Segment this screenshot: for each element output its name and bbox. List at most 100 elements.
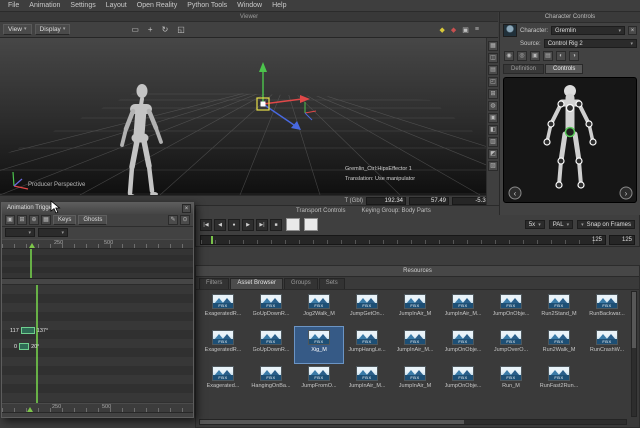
tool-icon-7[interactable]: ▣ (488, 113, 498, 123)
folder-icon[interactable]: ▣ (5, 215, 15, 225)
scrollbar-thumb[interactable] (200, 420, 464, 424)
tab-asset-browser[interactable]: Asset Browser (230, 278, 283, 289)
asset-item[interactable]: FBX RunFast2Run... (535, 363, 583, 399)
asset-item[interactable]: FBX ExageratedR... (199, 291, 247, 327)
tool-icon-11[interactable]: ▨ (488, 161, 498, 171)
tab-controls[interactable]: Controls (545, 64, 583, 74)
pause-button[interactable] (286, 218, 300, 231)
close-icon[interactable]: × (182, 204, 191, 213)
hips-control[interactable] (566, 128, 575, 137)
asset-item[interactable]: FBX JumpOnObje... (439, 363, 487, 399)
horizontal-scrollbar[interactable] (199, 419, 627, 425)
rig-icon-2[interactable]: ◎ (517, 51, 527, 61)
timeline-playhead[interactable] (211, 236, 213, 244)
options-icon[interactable]: ≡ (475, 26, 479, 33)
control-rig-figure[interactable] (544, 85, 596, 188)
vertical-scrollbar[interactable] (631, 291, 637, 417)
asset-item[interactable]: FBX ExageratedR... (199, 327, 247, 363)
tab-filters[interactable]: Filters (199, 278, 229, 289)
current-frame-field[interactable]: 125 (609, 235, 635, 245)
tab-definition[interactable]: Definition (503, 64, 544, 74)
record-button[interactable]: ● (228, 219, 240, 231)
rig-icon-5[interactable]: ◐ (556, 51, 566, 61)
trigger-source-dropdown[interactable]: ▾ (5, 228, 35, 237)
asset-item[interactable]: FBX Run_M (487, 363, 535, 399)
window-title-bar[interactable]: Animation Trigger × (2, 203, 193, 214)
translate-y-field[interactable]: 57.49 (409, 197, 449, 205)
step-forward-button[interactable]: ▶| (256, 219, 268, 231)
menu-item[interactable]: Settings (65, 2, 100, 9)
rig-icon-1[interactable]: ◉ (504, 51, 514, 61)
asset-item[interactable]: FBX RunBackwar... (583, 291, 631, 327)
trigger-clip[interactable] (19, 343, 29, 350)
asset-item[interactable]: FBX Xig_M (295, 327, 343, 363)
character-dropdown[interactable]: Gremlin▾ (551, 26, 625, 35)
tool-icon-2[interactable]: ◫ (488, 53, 498, 63)
tool-icon-5[interactable]: ⊞ (488, 89, 498, 99)
trigger-target-dropdown[interactable]: ▾ (38, 228, 68, 237)
time-marker[interactable] (29, 243, 35, 248)
asset-item[interactable]: FBX HangingOnBa... (247, 363, 295, 399)
asset-item[interactable]: FBX JumpInAir_M... (391, 327, 439, 363)
menu-item[interactable]: Window (232, 2, 267, 9)
step-back-button[interactable]: ◀ (214, 219, 226, 231)
play-button[interactable]: ▶ (242, 219, 254, 231)
scale-icon[interactable]: ◱ (177, 25, 185, 34)
rig-icon-3[interactable]: ▣ (530, 51, 540, 61)
menu-item[interactable]: Help (267, 2, 291, 9)
tool-icon-6[interactable]: ◍ (488, 101, 498, 111)
asset-item[interactable]: FBX JumpGetOn... (343, 291, 391, 327)
display-button[interactable]: Display▾ (35, 24, 71, 35)
format-dropdown[interactable]: PAL▾ (549, 220, 573, 229)
asset-item[interactable]: FBX JumpOnObje... (487, 291, 535, 327)
keying-group-label[interactable]: Keying Group: Body Parts (361, 206, 430, 216)
tab-groups[interactable]: Groups (284, 278, 318, 289)
tool-icon-9[interactable]: ▥ (488, 137, 498, 147)
asset-item[interactable]: FBX GoUpDownR... (247, 291, 295, 327)
source-dropdown[interactable]: Control Rig 2▾ (544, 39, 637, 48)
playhead-line[interactable] (30, 249, 32, 278)
timeline-ruler-bottom[interactable]: 250 500 (2, 403, 193, 413)
camera-icon[interactable]: ▣ (462, 26, 469, 34)
tool-icon-1[interactable]: ▦ (488, 41, 498, 51)
stop-button[interactable]: ■ (270, 219, 282, 231)
asset-item[interactable]: FBX JumpOverO... (487, 327, 535, 363)
translate-icon[interactable]: + (148, 25, 153, 34)
asset-item[interactable]: FBX JumpFromO... (295, 363, 343, 399)
asset-item[interactable]: FBX JumpOnObje... (439, 327, 487, 363)
menu-item[interactable]: File (3, 2, 24, 9)
asset-item[interactable]: FBX JumpInAir_M... (343, 363, 391, 399)
layers-icon[interactable]: ⊞ (17, 215, 27, 225)
tab-sets[interactable]: Sets (319, 278, 345, 289)
rotate-icon[interactable]: ↻ (162, 25, 169, 34)
transport-timeline[interactable]: 125 (200, 235, 606, 245)
viewport[interactable]: Producer Perspective Gremlin_Ctrl:HipsEf… (0, 38, 498, 195)
translate-x-field[interactable]: 192.34 (366, 197, 406, 205)
trigger-track-list-bottom[interactable]: 117 137° 0 20° (2, 285, 193, 403)
pencil-icon[interactable]: ✎ (168, 215, 178, 225)
speed-dropdown[interactable]: 5x▾ (525, 220, 545, 229)
play-large-button[interactable] (304, 218, 318, 231)
grid-icon[interactable]: ▦ (41, 215, 51, 225)
menu-item[interactable]: Open Reality (132, 2, 182, 9)
control-rig-view[interactable]: ‹ › (503, 77, 637, 203)
time-marker[interactable] (27, 407, 33, 412)
tool-icon-3[interactable]: ▤ (488, 65, 498, 75)
axis-marker-red-icon[interactable]: ◆ (451, 26, 456, 34)
close-icon[interactable]: × (628, 26, 637, 35)
menu-item[interactable]: Python Tools (182, 2, 232, 9)
asset-item[interactable]: FBX JumpInAir_M... (439, 291, 487, 327)
asset-item[interactable]: FBX JumpInAir_M (391, 291, 439, 327)
rig-icon-6[interactable]: ◑ (569, 51, 579, 61)
rig-icon-4[interactable]: ▤ (543, 51, 553, 61)
tool-icon-10[interactable]: ◩ (488, 149, 498, 159)
menu-item[interactable]: Animation (24, 2, 65, 9)
keys-button[interactable]: Keys (53, 215, 76, 225)
asset-item[interactable]: FBX RunCrashW... (583, 327, 631, 363)
menu-item[interactable]: Layout (101, 2, 132, 9)
asset-item[interactable]: FBX Run2Stand_M (535, 291, 583, 327)
scrollbar-thumb[interactable] (632, 292, 636, 348)
snap-dropdown[interactable]: ▾Snap on Frames (577, 220, 635, 229)
view-button[interactable]: View▾ (3, 24, 32, 35)
asset-item[interactable]: FBX Run2Walk_M (535, 327, 583, 363)
